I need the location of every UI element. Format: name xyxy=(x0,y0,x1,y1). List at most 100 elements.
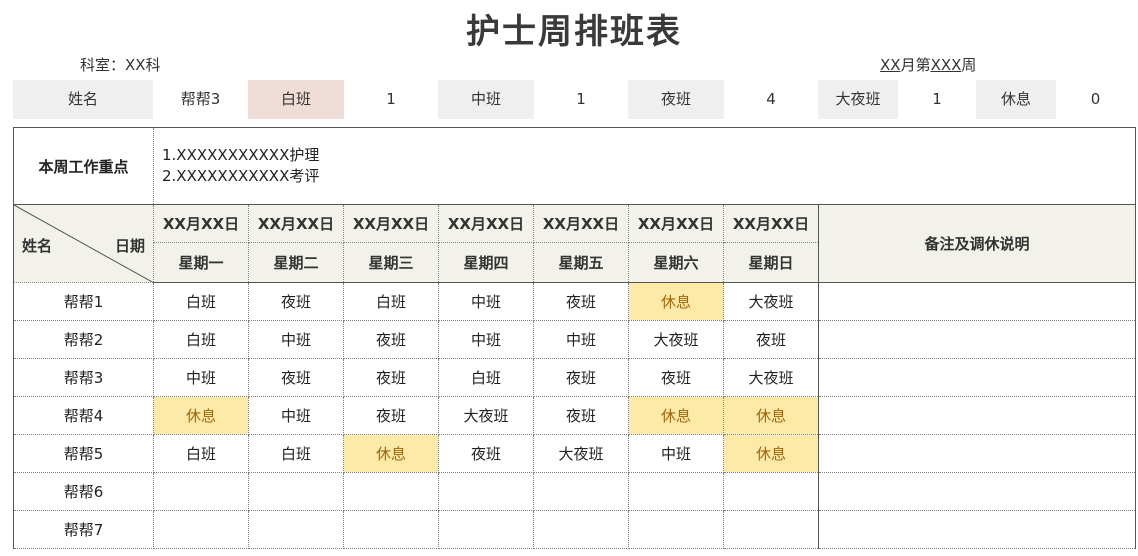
table-row: 帮帮3 中班 夜班 夜班 白班 夜班 夜班 大夜班 xyxy=(13,358,1136,397)
remarks-cell[interactable] xyxy=(818,472,1136,511)
shift-cell[interactable]: 夜班 xyxy=(343,358,439,397)
shift-cell[interactable]: 中班 xyxy=(533,320,629,359)
remarks-cell[interactable] xyxy=(818,396,1136,435)
summary-day-value[interactable]: 1 xyxy=(344,80,438,119)
summary-night-value[interactable]: 4 xyxy=(724,80,818,119)
shift-cell[interactable]: 休息 xyxy=(628,396,724,435)
shift-cell[interactable]: 休息 xyxy=(343,434,439,473)
shift-cell[interactable]: 休息 xyxy=(723,396,819,435)
nurse-name-cell[interactable]: 帮帮1 xyxy=(13,282,154,321)
shift-cell[interactable]: 白班 xyxy=(438,358,534,397)
shift-cell[interactable] xyxy=(153,510,249,549)
nurse-name-cell[interactable]: 帮帮4 xyxy=(13,396,154,435)
shift-cell[interactable] xyxy=(153,472,249,511)
nurse-name-cell[interactable]: 帮帮7 xyxy=(13,510,154,549)
nurse-name-cell[interactable]: 帮帮2 xyxy=(13,320,154,359)
weekday-cell: 星期一 xyxy=(153,242,249,283)
summary-rest-value[interactable]: 0 xyxy=(1056,80,1135,119)
week-month: XX xyxy=(880,56,901,74)
date-cell: XX月XX日 xyxy=(153,204,249,243)
department-label: 科室：XX科 xyxy=(80,56,161,74)
summary-night-label: 夜班 xyxy=(628,80,724,119)
shift-cell[interactable]: 夜班 xyxy=(343,320,439,359)
focus-label: 本周工作重点 xyxy=(13,127,154,205)
shift-cell[interactable]: 夜班 xyxy=(533,358,629,397)
focus-content[interactable]: 1.XXXXXXXXXXX护理 2.XXXXXXXXXXX考评 xyxy=(153,127,1136,205)
shift-cell[interactable] xyxy=(248,510,344,549)
shift-cell[interactable] xyxy=(533,510,629,549)
week-suffix: 周 xyxy=(961,56,977,74)
summary-rest-label: 休息 xyxy=(976,80,1056,119)
shift-cell[interactable] xyxy=(438,510,534,549)
name-date-corner: 日期 姓名 xyxy=(13,204,154,283)
date-cell: XX月XX日 xyxy=(248,204,344,243)
nurse-name-cell[interactable]: 帮帮6 xyxy=(13,472,154,511)
shift-cell[interactable]: 夜班 xyxy=(628,358,724,397)
shift-summary-bar: 姓名 帮帮3 白班 1 中班 1 夜班 4 大夜班 1 休息 0 xyxy=(13,80,1135,119)
weekday-cell: 星期四 xyxy=(438,242,534,283)
week-number: XXX xyxy=(930,56,962,74)
weekday-cell: 星期五 xyxy=(533,242,629,283)
remarks-cell[interactable] xyxy=(818,320,1136,359)
shift-cell[interactable]: 夜班 xyxy=(533,282,629,321)
shift-cell[interactable] xyxy=(723,510,819,549)
table-row: 帮帮6 xyxy=(13,472,1136,511)
shift-cell[interactable] xyxy=(248,472,344,511)
shift-cell[interactable] xyxy=(533,472,629,511)
shift-cell[interactable] xyxy=(343,510,439,549)
table-row: 帮帮5 白班 白班 休息 夜班 大夜班 中班 休息 xyxy=(13,434,1136,473)
focus-line-2: 2.XXXXXXXXXXX考评 xyxy=(162,167,320,185)
weekday-cell: 星期二 xyxy=(248,242,344,283)
summary-day-label: 白班 xyxy=(248,80,344,119)
summary-mid-value[interactable]: 1 xyxy=(534,80,628,119)
shift-cell[interactable]: 中班 xyxy=(153,358,249,397)
shift-cell[interactable] xyxy=(628,472,724,511)
shift-cell[interactable]: 夜班 xyxy=(723,320,819,359)
remarks-cell[interactable] xyxy=(818,434,1136,473)
weekday-cell: 星期六 xyxy=(628,242,724,283)
shift-cell[interactable]: 中班 xyxy=(628,434,724,473)
shift-cell[interactable]: 大夜班 xyxy=(628,320,724,359)
shift-cell[interactable]: 中班 xyxy=(248,320,344,359)
shift-cell[interactable]: 夜班 xyxy=(438,434,534,473)
shift-cell[interactable] xyxy=(723,472,819,511)
shift-cell[interactable]: 大夜班 xyxy=(723,358,819,397)
summary-name-value[interactable]: 帮帮3 xyxy=(153,80,248,119)
remarks-cell[interactable] xyxy=(818,358,1136,397)
shift-cell[interactable]: 夜班 xyxy=(248,282,344,321)
shift-cell[interactable]: 休息 xyxy=(153,396,249,435)
summary-bignight-label: 大夜班 xyxy=(818,80,898,119)
nurse-name-cell[interactable]: 帮帮5 xyxy=(13,434,154,473)
summary-name-label: 姓名 xyxy=(13,80,153,119)
shift-cell[interactable]: 夜班 xyxy=(533,396,629,435)
shift-cell[interactable] xyxy=(628,510,724,549)
shift-cell[interactable]: 白班 xyxy=(153,282,249,321)
nurse-name-cell[interactable]: 帮帮3 xyxy=(13,358,154,397)
shift-cell[interactable]: 夜班 xyxy=(343,396,439,435)
week-label: XX月第XXX周 xyxy=(880,54,976,75)
shift-cell[interactable]: 白班 xyxy=(343,282,439,321)
shift-cell[interactable] xyxy=(438,472,534,511)
date-cell: XX月XX日 xyxy=(533,204,629,243)
schedule-body: 帮帮1 白班 夜班 白班 中班 夜班 休息 大夜班 帮帮2 白班 中班 夜班 中班 中班 大夜班 夜班 帮帮3 中… xyxy=(13,282,1136,549)
shift-cell[interactable]: 休息 xyxy=(628,282,724,321)
shift-cell[interactable]: 白班 xyxy=(248,434,344,473)
shift-cell[interactable]: 大夜班 xyxy=(533,434,629,473)
shift-cell[interactable]: 中班 xyxy=(438,282,534,321)
summary-bignight-value[interactable]: 1 xyxy=(898,80,976,119)
shift-cell[interactable]: 夜班 xyxy=(248,358,344,397)
remarks-cell[interactable] xyxy=(818,282,1136,321)
shift-cell[interactable]: 中班 xyxy=(248,396,344,435)
weekday-cell: 星期三 xyxy=(343,242,439,283)
shift-cell[interactable]: 大夜班 xyxy=(723,282,819,321)
shift-cell[interactable]: 白班 xyxy=(153,434,249,473)
shift-cell[interactable]: 休息 xyxy=(723,434,819,473)
remarks-header: 备注及调休说明 xyxy=(818,204,1136,283)
date-cell: XX月XX日 xyxy=(628,204,724,243)
shift-cell[interactable] xyxy=(343,472,439,511)
remarks-cell[interactable] xyxy=(818,510,1136,549)
shift-cell[interactable]: 大夜班 xyxy=(438,396,534,435)
shift-cell[interactable]: 白班 xyxy=(153,320,249,359)
shift-cell[interactable]: 中班 xyxy=(438,320,534,359)
weekday-cell: 星期日 xyxy=(723,242,819,283)
